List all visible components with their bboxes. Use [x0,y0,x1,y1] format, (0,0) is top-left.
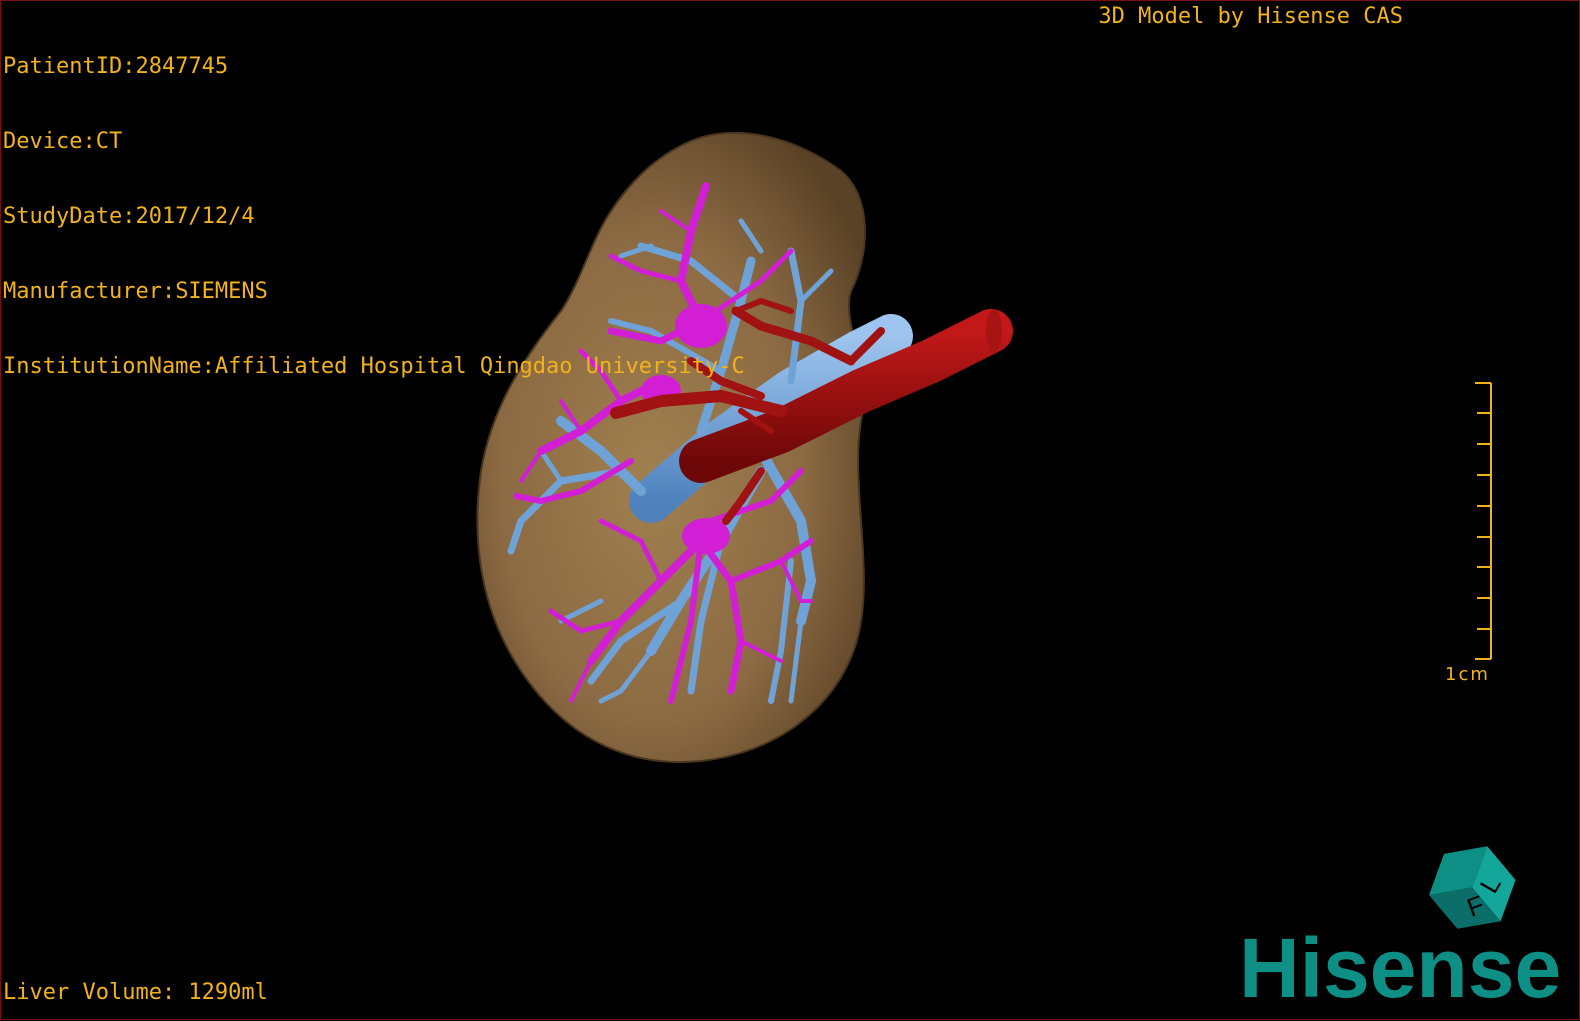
scale-bar [1475,382,1492,660]
svg-text:Hisense: Hisense [1239,921,1561,1015]
institution-line: InstitutionName:Affiliated Hospital Qing… [3,354,745,379]
3d-viewport[interactable]: F L Hisense PatientID:2847745 Device:CT … [0,0,1580,1020]
hisense-logo: Hisense [1239,921,1561,1015]
liver-volume-label: Liver Volume: 1290ml [3,980,268,1005]
device-line: Device:CT [3,129,123,154]
study-date-line: StudyDate:2017/12/4 [3,204,255,229]
manufacturer-line: Manufacturer:SIEMENS [3,279,268,304]
viewer-title: 3D Model by Hisense CAS [1098,4,1403,29]
patient-id-line: PatientID:2847745 [3,54,229,79]
scale-bar-label: 1cm [1445,664,1490,685]
patient-info-panel: PatientID:2847745 Device:CT StudyDate:20… [3,4,745,429]
